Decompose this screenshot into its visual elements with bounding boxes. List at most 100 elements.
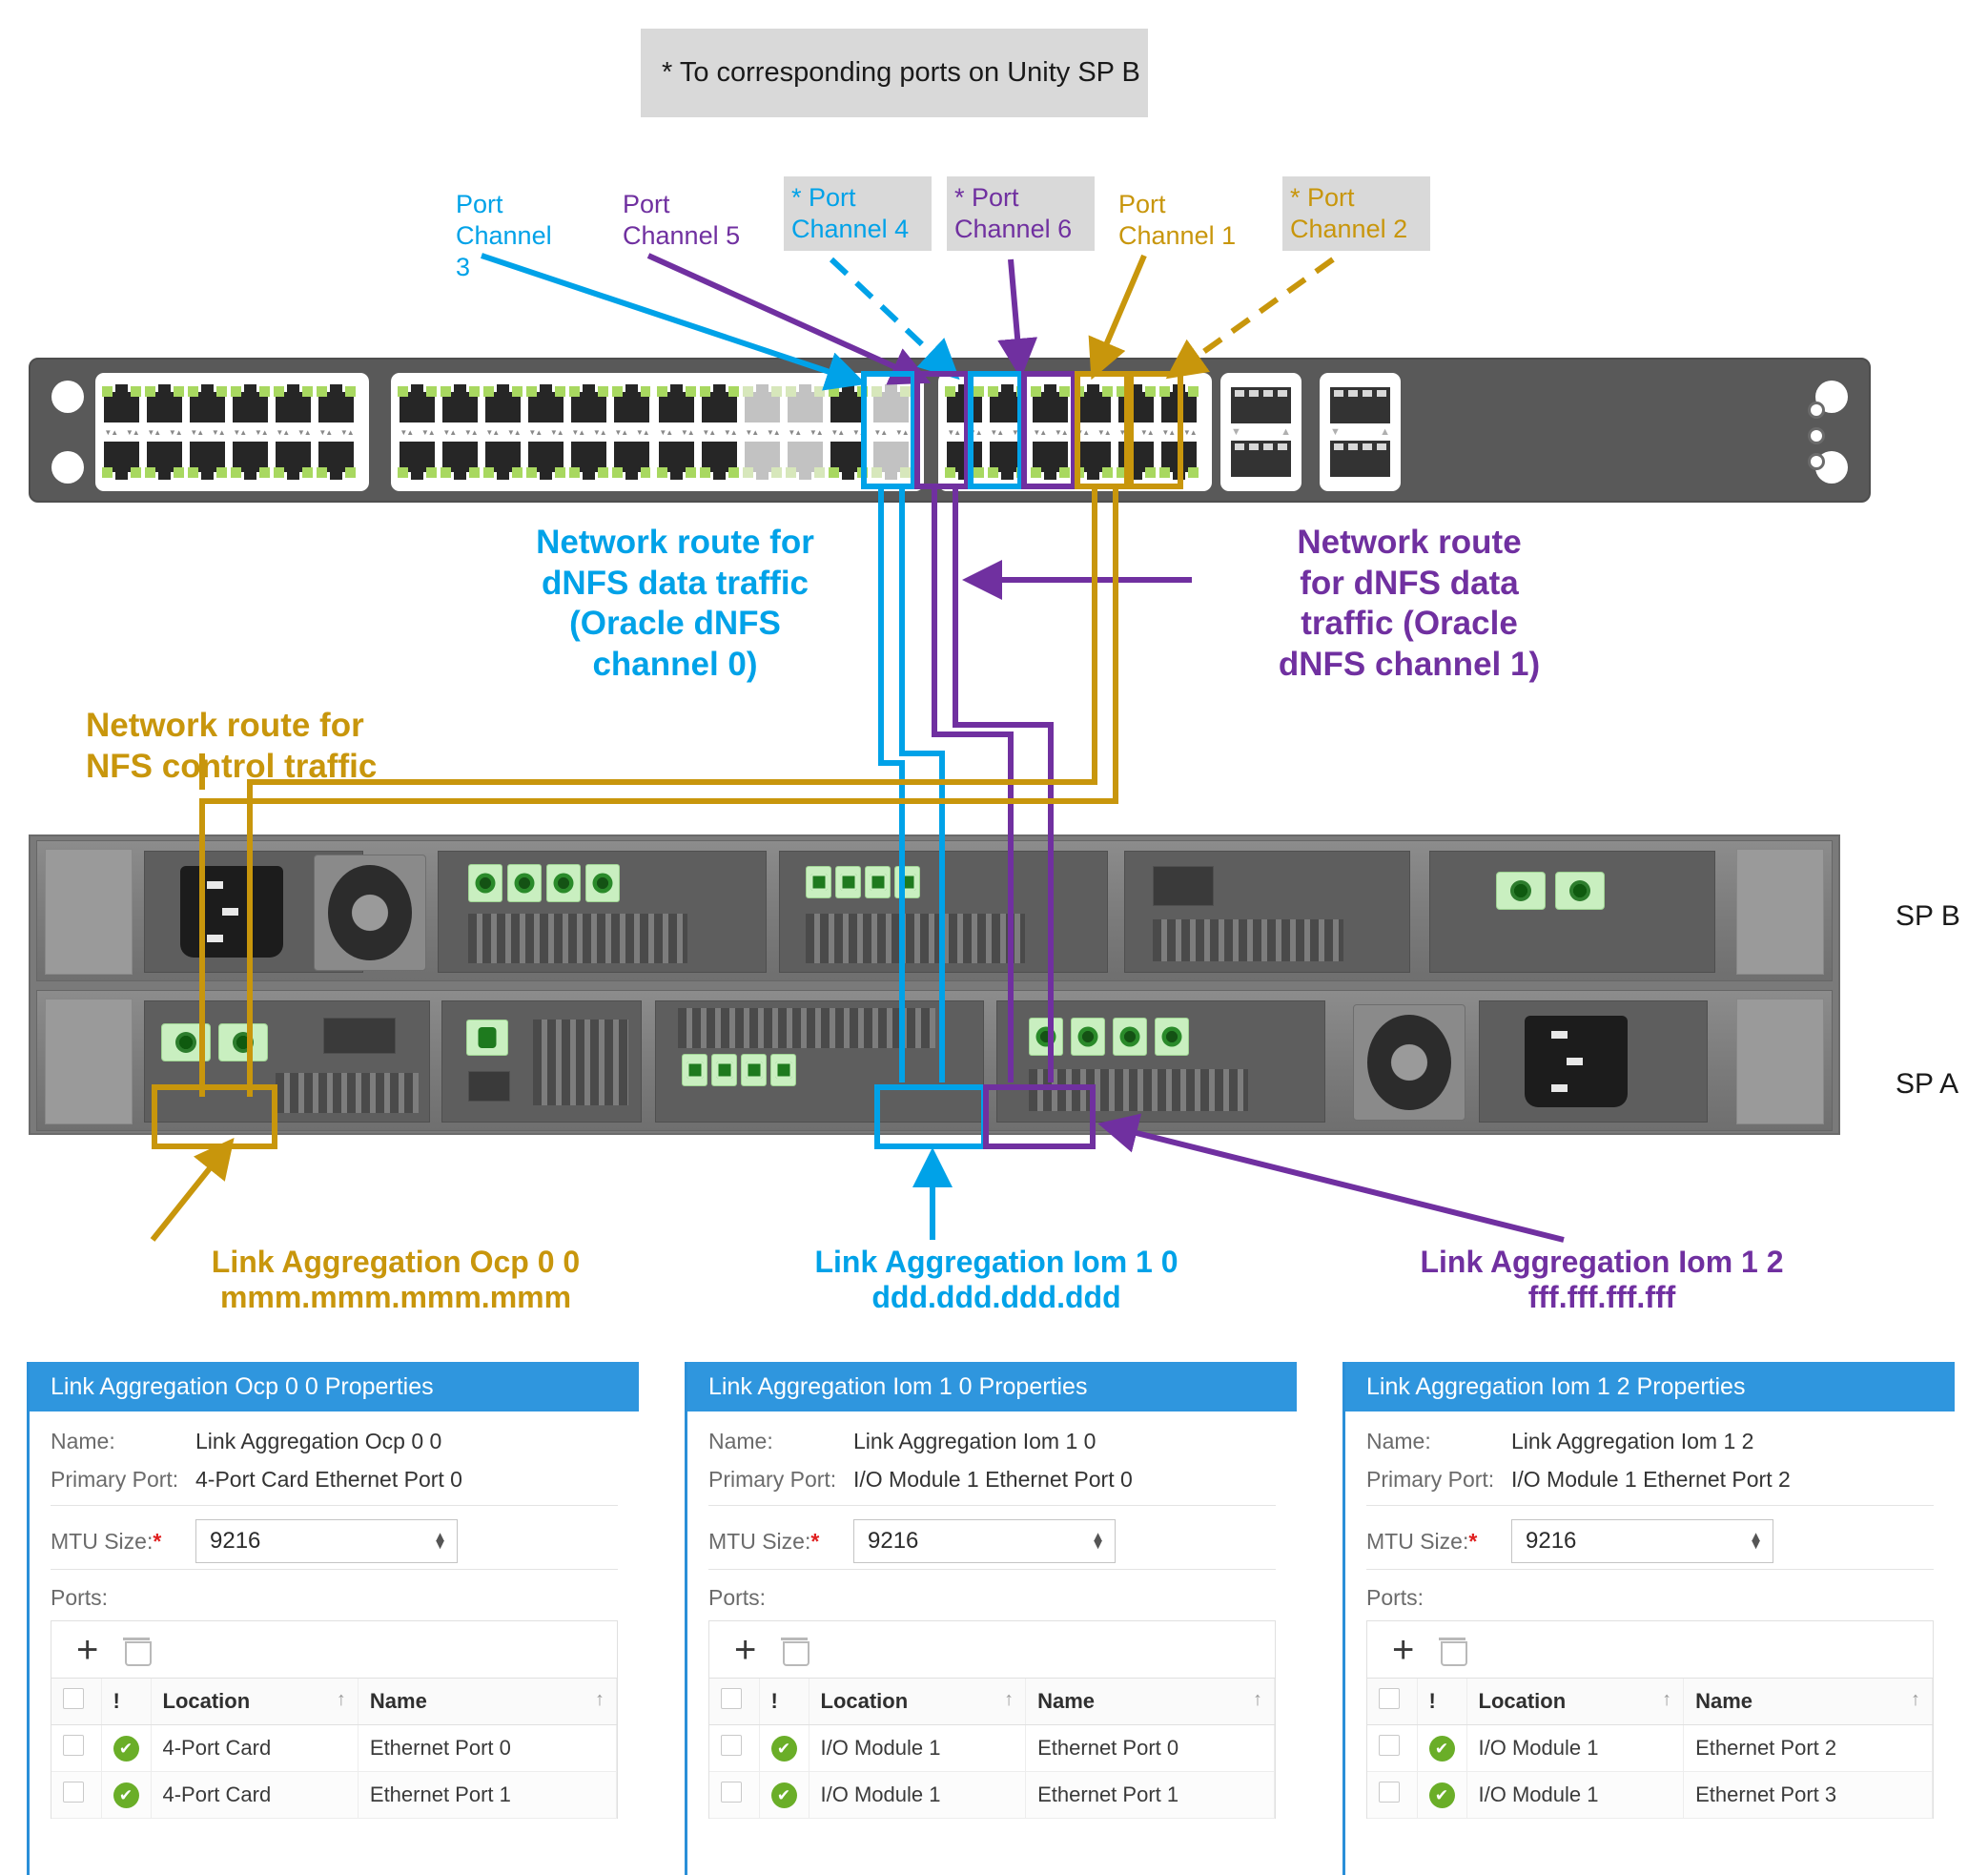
mtu-stepper-arrows-1[interactable]: ▲ ▼: [1091, 1530, 1105, 1552]
mtu-stepper-arrows-2[interactable]: ▲ ▼: [1749, 1530, 1763, 1552]
name-col-header-1[interactable]: Name ↑: [1025, 1679, 1275, 1725]
sort-asc-icon-loc-1[interactable]: ↑: [1004, 1689, 1014, 1711]
rj45-port-lower: [698, 442, 741, 480]
select-all-header-1[interactable]: [709, 1679, 760, 1725]
row-location: I/O Module 1: [1466, 1724, 1685, 1772]
row-checkbox-cell[interactable]: [709, 1724, 760, 1772]
spb-vent-2: [1153, 919, 1343, 961]
primary-port-label-2: Primary Port:: [1366, 1467, 1495, 1492]
row-status-cell: ✔: [759, 1724, 810, 1772]
trash-icon-1[interactable]: [781, 1637, 810, 1666]
rj45-port-lower: [741, 442, 784, 480]
row-checkbox-cell[interactable]: [51, 1724, 102, 1772]
row-checkbox[interactable]: [1379, 1782, 1400, 1803]
mtu-size-input-1[interactable]: 9216 ▲ ▼: [853, 1519, 1116, 1563]
row-name: Ethernet Port 1: [358, 1771, 618, 1819]
footnote-banner: * To corresponding ports on Unity SP B: [641, 29, 1148, 117]
row-location: I/O Module 1: [1466, 1771, 1685, 1819]
name-col-header-2[interactable]: Name ↑: [1683, 1679, 1933, 1725]
switch-port-group-1: ▼▲ ▼▲ ▼▲ ▼▲ ▼▲ ▼▲ ▼▲ ▼▲ ▼▲ ▼▲ ▼▲ ▼▲: [95, 373, 369, 491]
rj45-port-pair: ▼▲ ▼▲: [100, 384, 143, 480]
stepper-down-icon-0[interactable]: ▼: [433, 1537, 447, 1552]
sort-asc-icon-loc-2[interactable]: ↑: [1662, 1689, 1671, 1711]
row-status-cell: ✔: [759, 1771, 810, 1819]
table-row[interactable]: ✔ I/O Module 1 Ethernet Port 0: [709, 1724, 1275, 1772]
divider-0-b: [51, 1569, 618, 1570]
divider-0-a: [51, 1505, 618, 1506]
sort-asc-icon-name-0[interactable]: ↑: [595, 1689, 605, 1711]
row-checkbox-cell[interactable]: [1367, 1724, 1418, 1772]
mtu-size-input-0[interactable]: 9216 ▲ ▼: [195, 1519, 458, 1563]
status-col-header-2: !: [1417, 1679, 1467, 1725]
sort-asc-icon-loc-0[interactable]: ↑: [337, 1689, 346, 1711]
spb-right-handle: [1736, 849, 1824, 975]
route-label-nfs-control: Network route for NFS control traffic: [86, 707, 378, 785]
rj45-port-pair: ▼▲ ▼▲: [186, 384, 229, 480]
rj45-port-pair: ▼▲ ▼▲: [143, 384, 186, 480]
table-row[interactable]: ✔ I/O Module 1 Ethernet Port 2: [1367, 1724, 1933, 1772]
port-number-label: ▼▲ ▼▲: [702, 427, 737, 437]
trash-icon-2[interactable]: [1439, 1637, 1468, 1666]
rj45-port-lower: [1115, 442, 1158, 480]
select-all-checkbox-1[interactable]: [721, 1688, 742, 1709]
table-row[interactable]: ✔ I/O Module 1 Ethernet Port 1: [709, 1771, 1275, 1819]
mtu-stepper-arrows-0[interactable]: ▲ ▼: [433, 1530, 447, 1552]
row-checkbox[interactable]: [63, 1735, 84, 1756]
leader-pc1: [1088, 254, 1147, 381]
select-all-header-0[interactable]: [51, 1679, 102, 1725]
row-checkbox-cell[interactable]: [1367, 1771, 1418, 1819]
select-all-checkbox-0[interactable]: [63, 1688, 84, 1709]
port-channel-6-label: * Port Channel 6: [947, 176, 1095, 251]
select-all-checkbox-2[interactable]: [1379, 1688, 1400, 1709]
primary-port-value-0: 4-Port Card Ethernet Port 0: [195, 1467, 462, 1492]
location-col-header-1[interactable]: Location ↑: [809, 1679, 1027, 1725]
name-value-1: Link Aggregation Iom 1 0: [853, 1429, 1096, 1453]
spa-iom1-eth-port-2: [741, 1054, 767, 1086]
footnote-text: * To corresponding ports on Unity SP B: [662, 57, 1140, 88]
spb-ocp-ports: [1496, 872, 1605, 910]
row-checkbox-cell[interactable]: [51, 1771, 102, 1819]
row-checkbox-cell[interactable]: [709, 1771, 760, 1819]
table-row[interactable]: ✔ 4-Port Card Ethernet Port 0: [51, 1724, 618, 1772]
divider-1-a: [708, 1505, 1276, 1506]
leader-pc4: [829, 257, 960, 381]
plus-icon-1[interactable]: +: [734, 1631, 756, 1669]
spb-cooling-fan: [314, 855, 426, 971]
rj45-port-pair: ▼▲ ▼▲: [870, 384, 912, 480]
row-checkbox[interactable]: [721, 1735, 742, 1756]
primary-port-value-1: I/O Module 1 Ethernet Port 0: [853, 1467, 1133, 1492]
name-col-header-0[interactable]: Name ↑: [358, 1679, 618, 1725]
rj45-port-lower: [186, 442, 229, 480]
spa-service-port: [468, 1071, 510, 1102]
panel-title-iom-1-2: Link Aggregation Iom 1 2 Properties: [1345, 1362, 1955, 1411]
rj45-port-lower: [315, 442, 358, 480]
select-all-header-2[interactable]: [1367, 1679, 1418, 1725]
storage-processor-a: [31, 986, 1838, 1135]
plus-icon-0[interactable]: +: [76, 1631, 98, 1669]
stepper-down-icon-2[interactable]: ▼: [1749, 1537, 1763, 1552]
port-number-label: ▼▲ ▼▲: [873, 427, 909, 437]
row-checkbox[interactable]: [721, 1782, 742, 1803]
table-row[interactable]: ✔ 4-Port Card Ethernet Port 1: [51, 1771, 618, 1819]
plus-icon-2[interactable]: +: [1392, 1631, 1414, 1669]
switch-sfp-cage-1: ▼ ▲: [1220, 373, 1301, 491]
row-name: Ethernet Port 2: [1683, 1724, 1933, 1772]
storage-processor-b: [31, 836, 1838, 985]
stepper-down-icon-1[interactable]: ▼: [1091, 1537, 1105, 1552]
port-number-label: ▼▲ ▼▲: [1076, 427, 1111, 437]
row-checkbox[interactable]: [1379, 1735, 1400, 1756]
spa-ocp-port-1: [218, 1023, 268, 1061]
sort-asc-icon-name-1[interactable]: ↑: [1253, 1689, 1262, 1711]
spb-left-handle: [45, 849, 133, 975]
mtu-size-input-2[interactable]: 9216 ▲ ▼: [1511, 1519, 1773, 1563]
panel-title-iom-1-0: Link Aggregation Iom 1 0 Properties: [687, 1362, 1297, 1411]
rj45-port-lower: [1072, 442, 1115, 480]
location-col-header-0[interactable]: Location ↑: [151, 1679, 359, 1725]
trash-icon-0[interactable]: [123, 1637, 153, 1666]
sort-asc-icon-name-2[interactable]: ↑: [1911, 1689, 1920, 1711]
location-col-header-2[interactable]: Location ↑: [1466, 1679, 1685, 1725]
table-row[interactable]: ✔ I/O Module 1 Ethernet Port 3: [1367, 1771, 1933, 1819]
name-value-2: Link Aggregation Iom 1 2: [1511, 1429, 1754, 1453]
rj45-port-lower: [524, 442, 567, 480]
row-checkbox[interactable]: [63, 1782, 84, 1803]
